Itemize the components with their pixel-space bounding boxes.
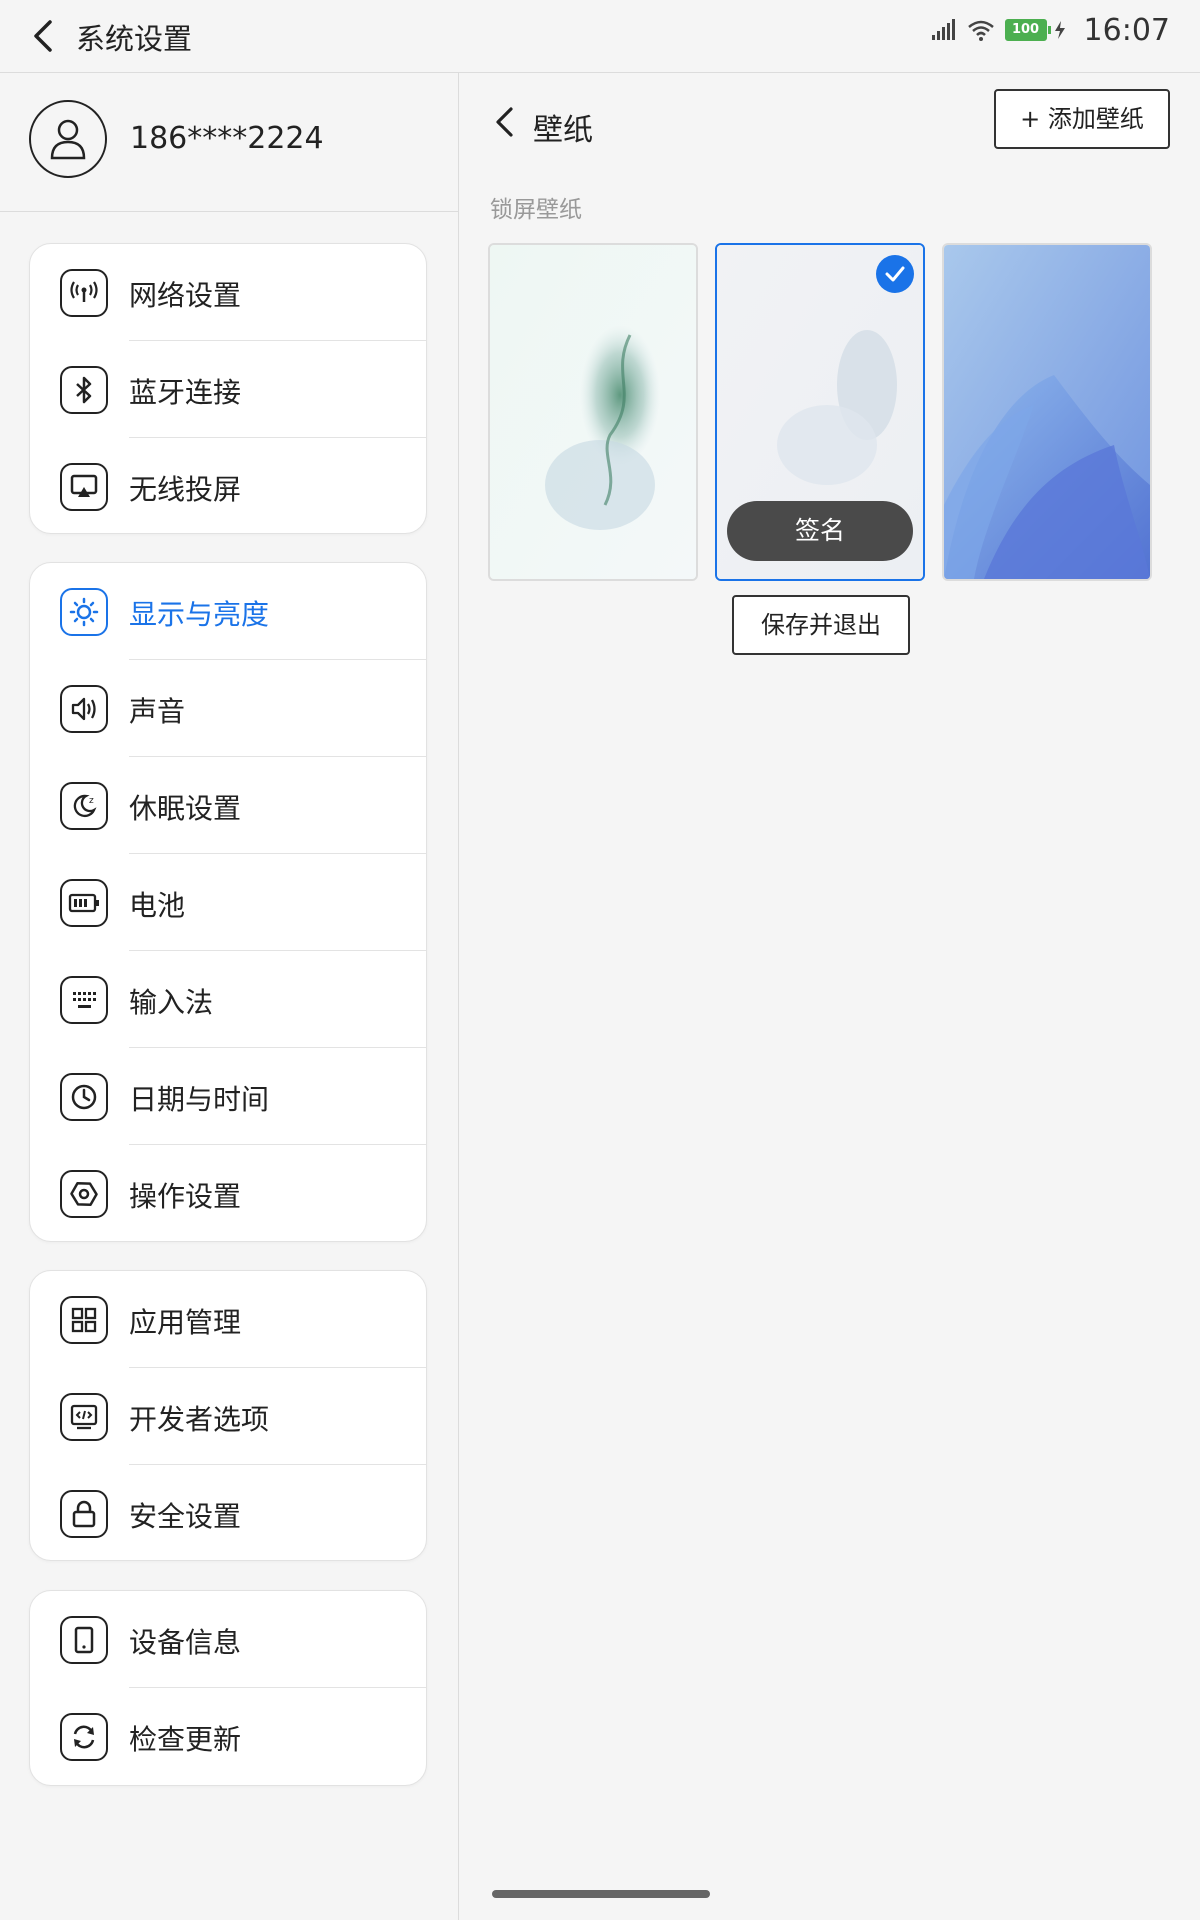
cast-icon: [60, 463, 108, 511]
menu-item-label: 日期与时间: [129, 1083, 270, 1116]
menu-item-network[interactable]: 网络设置: [30, 244, 426, 341]
back-arrow-icon[interactable]: [28, 18, 56, 54]
settings-sidebar: 186****2224 网络设置 蓝牙连接 无线投屏 显示与亮度 声音 z 休眠…: [0, 73, 459, 1920]
account-row[interactable]: 186****2224: [0, 73, 458, 212]
menu-item-label: 操作设置: [129, 1180, 242, 1213]
menu-item-label: 应用管理: [129, 1306, 242, 1339]
menu-item-input-method[interactable]: 输入法: [30, 951, 426, 1048]
wallpaper-thumbnail[interactable]: [488, 243, 698, 581]
clock-icon: [60, 1073, 108, 1121]
battery-indicator-icon: 100: [1004, 19, 1066, 41]
wallpaper-ink-green-image: [490, 245, 696, 579]
wallpaper-thumbnail[interactable]: [942, 243, 1152, 581]
wifi-icon: [967, 20, 994, 41]
charging-bolt-icon: [1054, 21, 1065, 39]
save-and-exit-button[interactable]: 保存并退出: [732, 595, 910, 655]
signal-icon: [931, 19, 955, 40]
menu-item-sound[interactable]: 声音: [30, 660, 426, 757]
wallpaper-panel: 壁纸 + 添加壁纸 锁屏壁纸 签名 保存并退出: [459, 73, 1200, 1920]
menu-item-label: 安全设置: [129, 1500, 242, 1533]
back-arrow-icon[interactable]: [492, 105, 516, 139]
user-icon: [50, 119, 86, 160]
tablet-icon: [60, 1616, 108, 1664]
code-icon: [60, 1393, 108, 1441]
hexagon-icon: [60, 1170, 108, 1218]
svg-text:z: z: [89, 796, 94, 806]
menu-item-date-time[interactable]: 日期与时间: [30, 1048, 426, 1145]
menu-item-battery[interactable]: 电池: [30, 854, 426, 951]
menu-item-bluetooth[interactable]: 蓝牙连接: [30, 341, 426, 438]
menu-item-sleep[interactable]: z 休眠设置: [30, 757, 426, 854]
status-bar: 100 16:07: [931, 12, 1170, 48]
menu-item-display-brightness[interactable]: 显示与亮度: [30, 563, 426, 660]
sleep-icon: z: [60, 782, 108, 830]
title-bar: 系统设置 100 16:07: [0, 0, 1200, 73]
antenna-icon: [60, 269, 108, 317]
brightness-icon: [60, 588, 108, 636]
wallpaper-thumbnail-selected[interactable]: 签名: [715, 243, 925, 581]
refresh-icon: [60, 1713, 108, 1761]
menu-group-about: 设备信息 检查更新: [29, 1590, 427, 1786]
wallpaper-title: 壁纸: [533, 113, 593, 148]
signature-button[interactable]: 签名: [727, 501, 913, 561]
clock-time: 16:07: [1083, 12, 1170, 48]
speaker-icon: [60, 685, 108, 733]
menu-item-app-management[interactable]: 应用管理: [30, 1271, 426, 1368]
page-title: 系统设置: [76, 22, 193, 56]
menu-group-device: 显示与亮度 声音 z 休眠设置 电池 输入法 日期与时间 操作设置: [29, 562, 427, 1242]
keyboard-icon: [60, 976, 108, 1024]
menu-item-label: 无线投屏: [129, 473, 242, 506]
add-wallpaper-button[interactable]: + 添加壁纸: [994, 89, 1170, 149]
menu-item-label: 网络设置: [129, 279, 242, 312]
menu-item-label: 声音: [129, 695, 186, 728]
menu-item-device-info[interactable]: 设备信息: [30, 1591, 426, 1688]
menu-item-developer-options[interactable]: 开发者选项: [30, 1368, 426, 1465]
lockscreen-section-label: 锁屏壁纸: [490, 197, 582, 223]
avatar: [29, 100, 107, 178]
menu-item-screen-cast[interactable]: 无线投屏: [30, 438, 426, 535]
account-phone: 186****2224: [130, 121, 324, 156]
menu-group-connectivity: 网络设置 蓝牙连接 无线投屏: [29, 243, 427, 534]
menu-item-label: 输入法: [129, 986, 214, 1019]
apps-grid-icon: [60, 1296, 108, 1344]
selected-check-icon: [876, 255, 914, 293]
battery-level: 100: [1004, 19, 1047, 41]
wallpaper-blue-petals-image: [944, 245, 1150, 579]
menu-item-label: 休眠设置: [129, 792, 242, 825]
menu-group-system: 应用管理 开发者选项 安全设置: [29, 1270, 427, 1561]
home-indicator[interactable]: [492, 1890, 710, 1898]
menu-item-label: 蓝牙连接: [129, 376, 242, 409]
menu-item-label: 检查更新: [129, 1723, 242, 1756]
menu-item-operation[interactable]: 操作设置: [30, 1145, 426, 1242]
battery-icon: [60, 879, 108, 927]
bluetooth-icon: [60, 366, 108, 414]
menu-item-label: 电池: [129, 889, 186, 922]
menu-item-check-update[interactable]: 检查更新: [30, 1688, 426, 1785]
menu-item-security[interactable]: 安全设置: [30, 1465, 426, 1562]
menu-item-label: 设备信息: [129, 1626, 242, 1659]
lock-icon: [60, 1490, 108, 1538]
menu-item-label: 开发者选项: [129, 1403, 270, 1436]
menu-item-label: 显示与亮度: [129, 598, 270, 631]
